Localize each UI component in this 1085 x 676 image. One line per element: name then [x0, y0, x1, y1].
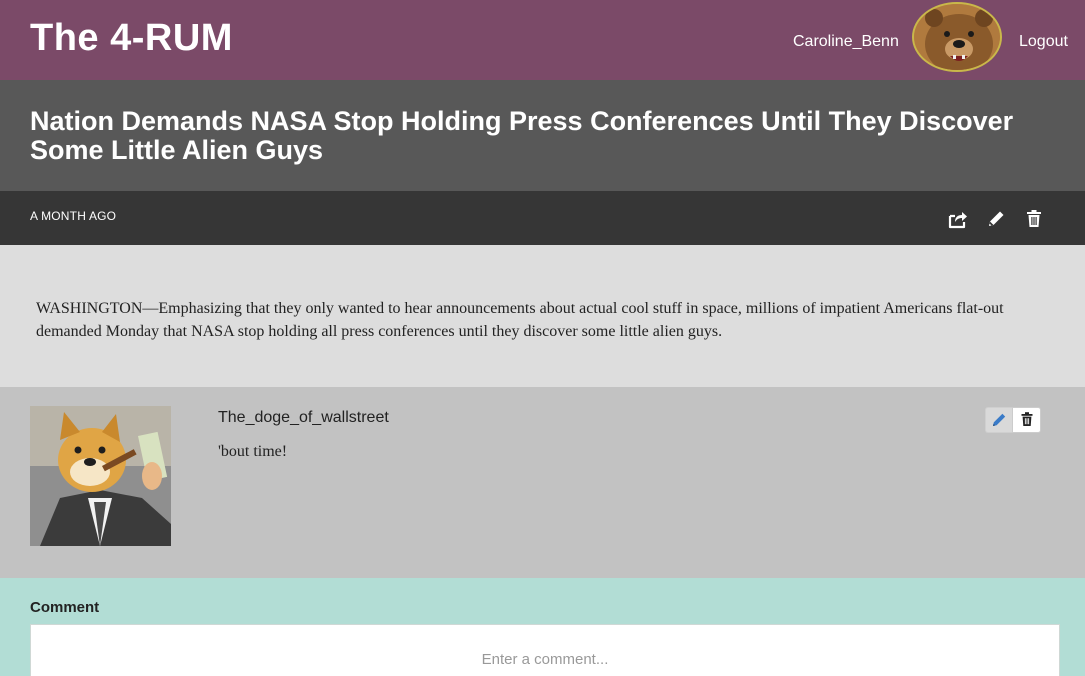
comment-input[interactable] — [30, 624, 1060, 676]
comment-delete-button[interactable] — [1012, 407, 1041, 433]
post-title: Nation Demands NASA Stop Holding Press C… — [30, 106, 1014, 165]
trash-icon[interactable] — [1023, 208, 1045, 230]
post-title-bar: Nation Demands NASA Stop Holding Press C… — [0, 80, 1085, 191]
comment-text: 'bout time! — [218, 443, 288, 460]
post-timestamp: A MONTH AGO — [30, 209, 117, 223]
comment-form: Comment — [0, 578, 1085, 676]
doge-avatar-icon — [30, 406, 171, 546]
pencil-icon — [993, 413, 1006, 426]
comment-author[interactable]: The_doge_of_wallstreet — [218, 409, 389, 427]
post-body-section: WASHINGTON—Emphasizing that they only wa… — [0, 245, 1085, 387]
post-body-text: WASHINGTON—Emphasizing that they only wa… — [36, 300, 1004, 340]
edit-icon[interactable] — [985, 208, 1007, 230]
bear-avatar-icon[interactable] — [912, 2, 1002, 72]
comment-edit-button[interactable] — [985, 407, 1012, 433]
post-meta-bar: A MONTH AGO — [0, 191, 1085, 245]
current-username[interactable]: Caroline_Benn — [793, 33, 899, 51]
share-icon[interactable] — [947, 208, 969, 230]
comment-label: Comment — [30, 599, 100, 616]
logout-link[interactable]: Logout — [1019, 33, 1068, 51]
comment-item: The_doge_of_wallstreet 'bout time! — [0, 387, 1085, 578]
top-nav: The 4-RUM Caroline_Benn Logout — [0, 0, 1085, 80]
site-brand[interactable]: The 4-RUM — [30, 17, 233, 60]
trash-icon — [1021, 412, 1033, 426]
